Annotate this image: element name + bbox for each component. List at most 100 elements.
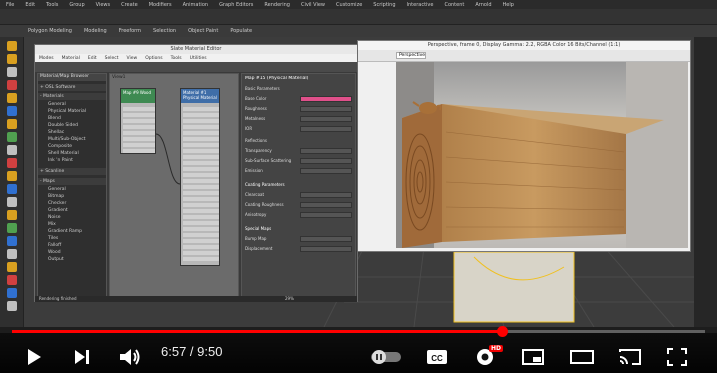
tool-icon[interactable] bbox=[7, 80, 17, 90]
ribbon-tab[interactable]: Freeform bbox=[119, 28, 141, 34]
tool-icon[interactable] bbox=[7, 54, 17, 64]
browser-item[interactable]: Wood bbox=[38, 249, 106, 256]
material-map-browser[interactable]: Material/Map Browser + OSL Software - Ma… bbox=[37, 73, 107, 297]
browser-item[interactable]: Ink 'n Paint bbox=[38, 157, 106, 164]
menu-item[interactable]: Edit bbox=[25, 2, 35, 8]
menu-item[interactable]: Animation bbox=[183, 2, 209, 8]
browser-section[interactable]: + Scanline bbox=[38, 168, 106, 175]
tool-icon[interactable] bbox=[7, 145, 17, 155]
browser-item[interactable]: Falloff bbox=[38, 242, 106, 249]
tool-icon[interactable] bbox=[7, 275, 17, 285]
browser-item[interactable]: Double Sided bbox=[38, 122, 106, 129]
fullscreen-button[interactable] bbox=[666, 347, 688, 367]
menu-item[interactable]: Arnold bbox=[475, 2, 491, 8]
browser-item[interactable]: Noise bbox=[38, 214, 106, 221]
slate-menu-utilities[interactable]: Utilities bbox=[190, 56, 207, 61]
menu-item[interactable]: Scripting bbox=[373, 2, 395, 8]
ior-field[interactable] bbox=[300, 126, 352, 132]
menu-item[interactable]: Help bbox=[503, 2, 514, 8]
menu-item[interactable]: Customize bbox=[336, 2, 362, 8]
browser-item[interactable]: Mix bbox=[38, 221, 106, 228]
slate-menu-material[interactable]: Material bbox=[62, 56, 80, 61]
mute-button[interactable] bbox=[118, 346, 142, 368]
coating-roughness-field[interactable] bbox=[300, 202, 352, 208]
menu-item[interactable]: Group bbox=[69, 2, 84, 8]
cast-button[interactable] bbox=[618, 348, 642, 366]
tool-icon[interactable] bbox=[7, 171, 17, 181]
tool-icon[interactable] bbox=[7, 41, 17, 51]
tool-icon[interactable] bbox=[7, 197, 17, 207]
menu-item[interactable]: Civil View bbox=[301, 2, 325, 8]
ribbon-tab[interactable]: Modeling bbox=[84, 28, 107, 34]
menu-item[interactable]: Interactive bbox=[407, 2, 434, 8]
tool-icon[interactable] bbox=[7, 288, 17, 298]
metalness-field[interactable] bbox=[300, 116, 352, 122]
slate-menu-modes[interactable]: Modes bbox=[39, 56, 54, 61]
miniplayer-button[interactable] bbox=[522, 348, 544, 366]
browser-item[interactable]: Composite bbox=[38, 143, 106, 150]
browser-item[interactable]: Tiles bbox=[38, 235, 106, 242]
subtitles-button[interactable]: CC bbox=[426, 348, 448, 366]
slate-menu-tools[interactable]: Tools bbox=[171, 56, 182, 61]
browser-section[interactable]: + OSL Software bbox=[38, 84, 106, 91]
tool-icon[interactable] bbox=[7, 236, 17, 246]
browser-item[interactable]: Output bbox=[38, 256, 106, 263]
menu-item[interactable]: Graph Editors bbox=[219, 2, 253, 8]
tool-icon[interactable] bbox=[7, 210, 17, 220]
node-view[interactable]: View1 Map #9 Wood Material #1 Physical M… bbox=[109, 73, 239, 297]
ribbon-tab[interactable]: Object Paint bbox=[188, 28, 218, 34]
clearcoat-field[interactable] bbox=[300, 192, 352, 198]
base-color-swatch[interactable] bbox=[300, 96, 352, 102]
browser-item[interactable]: Bitmap bbox=[38, 193, 106, 200]
menu-item[interactable]: Modifiers bbox=[149, 2, 172, 8]
ribbon-tab[interactable]: Selection bbox=[153, 28, 176, 34]
ribbon-tab[interactable]: Populate bbox=[230, 28, 252, 34]
slate-material-editor[interactable]: Slate Material Editor Modes Material Edi… bbox=[34, 44, 358, 302]
browser-item[interactable]: General bbox=[38, 186, 106, 193]
play-button[interactable] bbox=[24, 346, 44, 368]
browser-section[interactable]: - Materials bbox=[38, 93, 106, 100]
autoplay-toggle[interactable] bbox=[369, 349, 403, 365]
anisotropy-field[interactable] bbox=[300, 212, 352, 218]
browser-item[interactable]: Physical Material bbox=[38, 108, 106, 115]
tool-icon[interactable] bbox=[7, 132, 17, 142]
tool-icon[interactable] bbox=[7, 93, 17, 103]
theater-mode-button[interactable] bbox=[570, 348, 594, 366]
browser-item[interactable]: Shellac bbox=[38, 129, 106, 136]
tool-icon[interactable] bbox=[7, 67, 17, 77]
menu-item[interactable]: Create bbox=[121, 2, 138, 8]
tool-icon[interactable] bbox=[7, 223, 17, 233]
browser-item[interactable]: Checker bbox=[38, 200, 106, 207]
slate-menu-view[interactable]: View bbox=[127, 56, 138, 61]
menu-item[interactable]: Rendering bbox=[264, 2, 290, 8]
tool-icon[interactable] bbox=[7, 249, 17, 259]
tool-icon[interactable] bbox=[7, 184, 17, 194]
bump-map-field[interactable] bbox=[300, 236, 352, 242]
menu-item[interactable]: Content bbox=[444, 2, 464, 8]
menu-item[interactable]: Tools bbox=[46, 2, 58, 8]
browser-item[interactable]: Gradient Ramp bbox=[38, 228, 106, 235]
tool-icon[interactable] bbox=[7, 119, 17, 129]
displacement-field[interactable] bbox=[300, 246, 352, 252]
menu-item[interactable]: Views bbox=[96, 2, 110, 8]
tool-icon[interactable] bbox=[7, 158, 17, 168]
render-frame-window[interactable]: Perspective, frame 0, Display Gamma: 2.2… bbox=[357, 40, 691, 252]
slate-menu-select[interactable]: Select bbox=[105, 56, 119, 61]
transparency-field[interactable] bbox=[300, 148, 352, 154]
browser-item[interactable]: Multi/Sub-Object bbox=[38, 136, 106, 143]
slate-menu-options[interactable]: Options bbox=[145, 56, 162, 61]
parameter-editor[interactable]: Map #15 (Physical Material) Basic Parame… bbox=[241, 73, 356, 297]
emission-field[interactable] bbox=[300, 168, 352, 174]
slate-menu-edit[interactable]: Edit bbox=[88, 56, 97, 61]
browser-item[interactable]: Shell Material bbox=[38, 150, 106, 157]
browser-item[interactable]: Blend bbox=[38, 115, 106, 122]
sss-field[interactable] bbox=[300, 158, 352, 164]
next-button[interactable] bbox=[72, 346, 92, 368]
render-view-dropdown[interactable]: Perspective bbox=[396, 52, 426, 59]
roughness-field[interactable] bbox=[300, 106, 352, 112]
scrubber-handle[interactable] bbox=[496, 326, 508, 337]
browser-section[interactable]: - Maps bbox=[38, 178, 106, 185]
menu-item[interactable]: File bbox=[6, 2, 14, 8]
tool-icon[interactable] bbox=[7, 301, 17, 311]
browser-item[interactable]: General bbox=[38, 101, 106, 108]
